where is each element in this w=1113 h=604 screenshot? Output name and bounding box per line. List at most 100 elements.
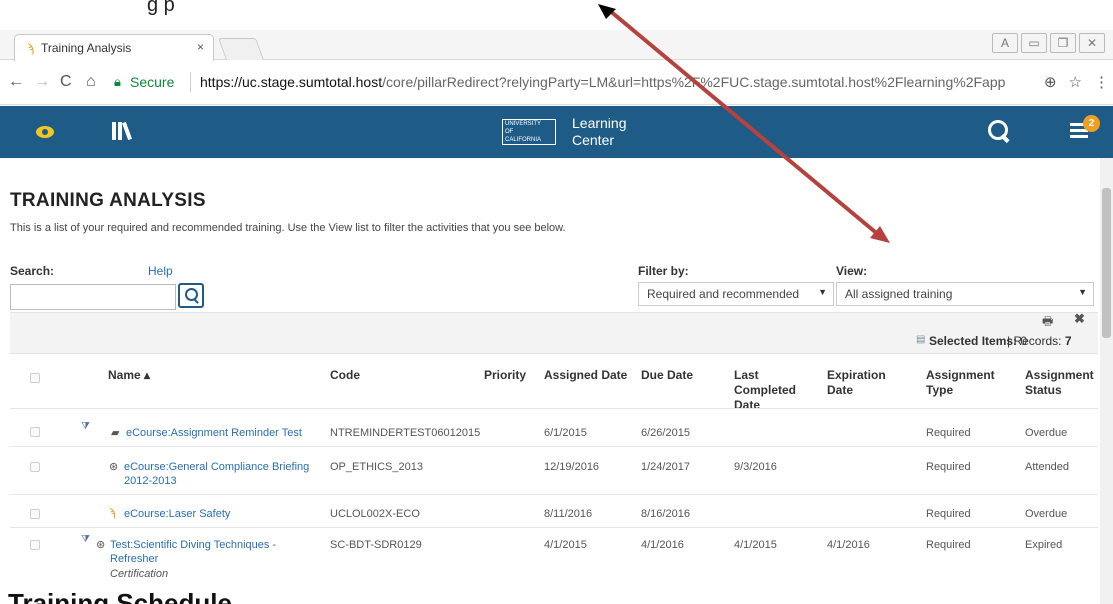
uc-logo-box: UNIVERSITY OF CALIFORNIA — [502, 119, 556, 145]
records-value: 7 — [1064, 334, 1072, 348]
address-icons: ⊕ ☆ ⋮ — [1044, 73, 1109, 91]
search-icon[interactable] — [988, 120, 1012, 144]
globe-icon: ⊛ — [109, 461, 119, 473]
url-separator — [190, 72, 191, 92]
arrow-head — [870, 226, 890, 243]
filter-select[interactable]: Required and recommended ▼ — [638, 282, 834, 306]
row-assignment-status: Overdue — [1025, 427, 1068, 439]
flag-icon: ⧩ — [81, 534, 90, 545]
eye-icon[interactable] — [36, 126, 54, 138]
row-due-date: 1/24/2017 — [641, 461, 690, 473]
row-checkbox[interactable] — [30, 462, 40, 472]
top-caption: g p — [0, 0, 1113, 30]
forward-icon[interactable]: → — [34, 73, 50, 91]
row-subtitle: Certification — [110, 568, 169, 580]
app-header: UNIVERSITY OF CALIFORNIA Learning Center… — [0, 106, 1113, 158]
view-select[interactable]: All assigned training ▼ — [836, 282, 1094, 306]
row-last-completed: 4/1/2015 — [734, 539, 777, 551]
menu-dots-icon[interactable]: ⋮ — [1094, 73, 1109, 91]
row-assigned-date: 6/1/2015 — [544, 427, 587, 439]
row-name-link[interactable]: Test:Scientific Diving Techniques - Refr… — [110, 538, 310, 566]
help-link[interactable]: Help — [148, 264, 173, 278]
laser-icon: ϡ — [109, 507, 116, 519]
col-header-assigned-date[interactable]: Assigned Date — [544, 368, 627, 383]
row-name-link[interactable]: eCourse:Assignment Reminder Test — [126, 426, 302, 440]
back-icon[interactable]: ← — [8, 73, 24, 91]
row-divider — [10, 408, 1098, 409]
row-due-date: 8/16/2016 — [641, 508, 690, 520]
row-assignment-type: Required — [926, 539, 971, 551]
row-divider — [10, 494, 1098, 495]
window-close-icon[interactable]: ✕ — [1079, 33, 1105, 53]
restore-icon[interactable]: ❐ — [1050, 33, 1076, 53]
row-assignment-status: Attended — [1025, 461, 1070, 473]
row-assignment-type: Required — [926, 427, 971, 439]
row-assigned-date: 8/11/2016 — [544, 508, 593, 520]
course-icon: ▰ — [111, 427, 120, 439]
reload-icon[interactable]: C — [60, 73, 72, 91]
row-code: NTREMINDERTEST06012015 — [330, 427, 481, 439]
row-code: OP_ETHICS_2013 — [330, 461, 423, 473]
row-divider — [10, 446, 1098, 447]
zoom-icon[interactable]: ⊕ — [1044, 73, 1057, 91]
logo-title-1: Learning — [572, 115, 627, 131]
notification-badge[interactable]: 2 — [1083, 115, 1100, 132]
url-field[interactable]: 🔒︎ Secure https://uc.stage.sumtotal.host… — [114, 69, 1074, 97]
search-input[interactable] — [10, 284, 176, 310]
page-scrollbar[interactable] — [1100, 158, 1113, 604]
selected-label: Selected Items: — [929, 334, 1018, 348]
window-controls: A ▭ ❐ ✕ — [992, 33, 1105, 53]
tab-title: Training Analysis — [41, 41, 132, 55]
lock-icon: 🔒︎ — [114, 74, 121, 89]
page-title: TRAINING ANALYSIS — [10, 190, 206, 211]
caption-text: g p — [147, 0, 175, 16]
globe-icon: ⊛ — [96, 539, 106, 551]
row-due-date: 6/26/2015 — [641, 427, 690, 439]
favicon-icon: ϡ — [27, 41, 34, 55]
tab-close-icon[interactable]: × — [197, 40, 204, 54]
search-label: Search: — [10, 264, 55, 278]
print-icon[interactable]: 🖶︎ — [1042, 312, 1053, 333]
browser-tab[interactable]: ϡ Training Analysis × — [14, 34, 214, 61]
col-header-expiration[interactable]: Expiration Date — [827, 368, 887, 398]
col-header-last-completed[interactable]: Last Completed Date — [734, 368, 814, 413]
chevron-down-icon: ▼ — [1078, 287, 1087, 297]
records-count: | Records: 7 — [1007, 334, 1072, 348]
bookmark-star-icon[interactable]: ☆ — [1069, 73, 1082, 91]
row-expiration: 4/1/2016 — [827, 539, 870, 551]
logo-line-2: OF — [505, 129, 514, 135]
row-assignment-type: Required — [926, 508, 971, 520]
col-header-priority[interactable]: Priority — [484, 368, 526, 383]
secure-label: Secure — [130, 74, 175, 90]
col-header-code[interactable]: Code — [330, 368, 360, 383]
col-header-assignment-status[interactable]: Assignment Status — [1025, 368, 1101, 398]
row-checkbox[interactable] — [30, 540, 40, 550]
selection-icon: ▤ — [916, 334, 926, 345]
col-header-assignment-type[interactable]: Assignment Type — [926, 368, 1006, 398]
row-name-link[interactable]: eCourse:General Compliance Briefing 2012… — [124, 460, 324, 488]
row-name-link[interactable]: eCourse:Laser Safety — [124, 507, 230, 521]
row-assigned-date: 12/19/2016 — [544, 461, 600, 473]
logo-line-1: UNIVERSITY — [505, 121, 542, 127]
close-icon[interactable]: ✖ — [1074, 311, 1085, 327]
filter-label: Filter by: — [638, 264, 689, 278]
search-button[interactable] — [178, 283, 204, 308]
row-checkbox[interactable] — [30, 509, 40, 519]
logo-line-3: CALIFORNIA — [505, 137, 542, 143]
flag-icon: ⧩ — [81, 421, 90, 432]
section-heading: Training Schedule — [8, 588, 232, 604]
row-checkbox[interactable] — [30, 427, 40, 437]
scrollbar-thumb[interactable] — [1102, 188, 1111, 338]
home-icon[interactable]: ⌂ — [86, 73, 96, 91]
minimize-icon[interactable]: ▭ — [1021, 33, 1047, 53]
row-due-date: 4/1/2016 — [641, 539, 684, 551]
row-code: SC-BDT-SDR0129 — [330, 539, 422, 551]
profile-icon[interactable]: A — [992, 33, 1018, 53]
filter-value: Required and recommended — [647, 287, 800, 301]
books-icon[interactable] — [112, 121, 136, 142]
address-bar: ← → C ⌂ 🔒︎ Secure https://uc.stage.sumto… — [0, 61, 1113, 105]
col-header-due-date[interactable]: Due Date — [641, 368, 693, 383]
col-header-name[interactable]: Name ▴ — [108, 368, 150, 383]
select-all-checkbox[interactable] — [30, 373, 40, 383]
new-tab-button[interactable] — [217, 38, 265, 60]
